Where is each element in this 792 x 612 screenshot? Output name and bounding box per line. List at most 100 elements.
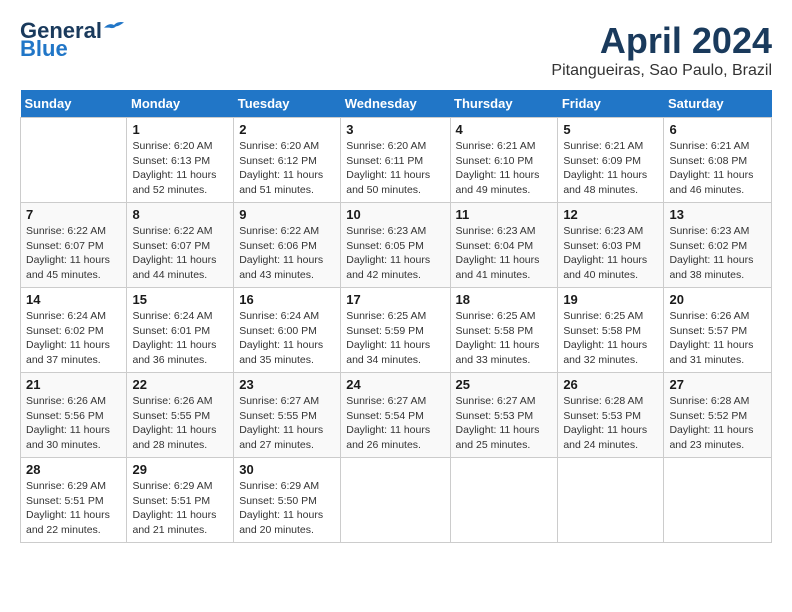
day-info: Sunrise: 6:24 AMSunset: 6:02 PMDaylight:… <box>26 309 121 368</box>
day-info: Sunrise: 6:22 AMSunset: 6:07 PMDaylight:… <box>132 224 228 283</box>
calendar-cell: 10 Sunrise: 6:23 AMSunset: 6:05 PMDayligh… <box>341 203 450 288</box>
location-title: Pitangueiras, Sao Paulo, Brazil <box>551 62 772 80</box>
day-number: 30 <box>239 462 335 477</box>
week-row-2: 7 Sunrise: 6:22 AMSunset: 6:07 PMDaylight… <box>21 203 772 288</box>
day-info: Sunrise: 6:26 AMSunset: 5:57 PMDaylight:… <box>669 309 766 368</box>
day-number: 23 <box>239 377 335 392</box>
day-number: 3 <box>346 122 444 137</box>
calendar-cell: 12Sunrise: 6:23 AMSunset: 6:03 PMDayligh… <box>558 203 664 288</box>
calendar-cell <box>341 458 450 543</box>
day-info: Sunrise: 6:20 AMSunset: 6:11 PMDaylight:… <box>346 139 444 198</box>
col-header-friday: Friday <box>558 90 664 118</box>
calendar-cell: 1 Sunrise: 6:20 AMSunset: 6:13 PMDaylight… <box>127 118 234 203</box>
day-info: Sunrise: 6:24 AMSunset: 6:01 PMDaylight:… <box>132 309 228 368</box>
week-row-4: 21 Sunrise: 6:26 AMSunset: 5:56 PMDayligh… <box>21 373 772 458</box>
col-header-tuesday: Tuesday <box>234 90 341 118</box>
day-info: Sunrise: 6:21 AMSunset: 6:09 PMDaylight:… <box>563 139 658 198</box>
month-title: April 2024 <box>551 20 772 62</box>
calendar-cell: 3 Sunrise: 6:20 AMSunset: 6:11 PMDaylight… <box>341 118 450 203</box>
week-row-3: 14 Sunrise: 6:24 AMSunset: 6:02 PMDayligh… <box>21 288 772 373</box>
day-number: 11 <box>456 207 553 222</box>
day-number: 6 <box>669 122 766 137</box>
col-header-thursday: Thursday <box>450 90 558 118</box>
day-info: Sunrise: 6:21 AMSunset: 6:10 PMDaylight:… <box>456 139 553 198</box>
day-info: Sunrise: 6:29 AMSunset: 5:51 PMDaylight:… <box>26 479 121 538</box>
day-info: Sunrise: 6:27 AMSunset: 5:54 PMDaylight:… <box>346 394 444 453</box>
calendar-cell: 14 Sunrise: 6:24 AMSunset: 6:02 PMDayligh… <box>21 288 127 373</box>
day-number: 14 <box>26 292 121 307</box>
col-header-monday: Monday <box>127 90 234 118</box>
day-info: Sunrise: 6:27 AMSunset: 5:53 PMDaylight:… <box>456 394 553 453</box>
calendar-header-row: SundayMondayTuesdayWednesdayThursdayFrid… <box>21 90 772 118</box>
day-info: Sunrise: 6:23 AMSunset: 6:05 PMDaylight:… <box>346 224 444 283</box>
day-number: 22 <box>132 377 228 392</box>
day-info: Sunrise: 6:23 AMSunset: 6:02 PMDaylight:… <box>669 224 766 283</box>
day-number: 27 <box>669 377 766 392</box>
col-header-saturday: Saturday <box>664 90 772 118</box>
day-number: 7 <box>26 207 121 222</box>
day-info: Sunrise: 6:25 AMSunset: 5:59 PMDaylight:… <box>346 309 444 368</box>
calendar-cell <box>558 458 664 543</box>
day-info: Sunrise: 6:27 AMSunset: 5:55 PMDaylight:… <box>239 394 335 453</box>
day-number: 28 <box>26 462 121 477</box>
day-info: Sunrise: 6:26 AMSunset: 5:55 PMDaylight:… <box>132 394 228 453</box>
day-info: Sunrise: 6:25 AMSunset: 5:58 PMDaylight:… <box>563 309 658 368</box>
day-info: Sunrise: 6:22 AMSunset: 6:06 PMDaylight:… <box>239 224 335 283</box>
calendar-cell: 20 Sunrise: 6:26 AMSunset: 5:57 PMDayligh… <box>664 288 772 373</box>
title-block: April 2024 Pitangueiras, Sao Paulo, Braz… <box>551 20 772 80</box>
calendar-cell: 6Sunrise: 6:21 AMSunset: 6:08 PMDaylight… <box>664 118 772 203</box>
calendar-cell: 8 Sunrise: 6:22 AMSunset: 6:07 PMDaylight… <box>127 203 234 288</box>
day-info: Sunrise: 6:20 AMSunset: 6:13 PMDaylight:… <box>132 139 228 198</box>
day-info: Sunrise: 6:29 AMSunset: 5:51 PMDaylight:… <box>132 479 228 538</box>
day-number: 4 <box>456 122 553 137</box>
calendar-table: SundayMondayTuesdayWednesdayThursdayFrid… <box>20 90 772 543</box>
day-number: 20 <box>669 292 766 307</box>
day-number: 8 <box>132 207 228 222</box>
calendar-cell: 24 Sunrise: 6:27 AMSunset: 5:54 PMDayligh… <box>341 373 450 458</box>
calendar-cell: 9 Sunrise: 6:22 AMSunset: 6:06 PMDaylight… <box>234 203 341 288</box>
calendar-cell: 16Sunrise: 6:24 AMSunset: 6:00 PMDayligh… <box>234 288 341 373</box>
calendar-cell <box>450 458 558 543</box>
day-info: Sunrise: 6:20 AMSunset: 6:12 PMDaylight:… <box>239 139 335 198</box>
calendar-cell <box>664 458 772 543</box>
calendar-cell: 26 Sunrise: 6:28 AMSunset: 5:53 PMDayligh… <box>558 373 664 458</box>
day-number: 10 <box>346 207 444 222</box>
calendar-cell: 23 Sunrise: 6:27 AMSunset: 5:55 PMDayligh… <box>234 373 341 458</box>
day-number: 29 <box>132 462 228 477</box>
day-number: 1 <box>132 122 228 137</box>
calendar-cell: 22 Sunrise: 6:26 AMSunset: 5:55 PMDayligh… <box>127 373 234 458</box>
day-info: Sunrise: 6:29 AMSunset: 5:50 PMDaylight:… <box>239 479 335 538</box>
calendar-cell: 21 Sunrise: 6:26 AMSunset: 5:56 PMDayligh… <box>21 373 127 458</box>
day-number: 5 <box>563 122 658 137</box>
logo-blue-text: Blue <box>20 38 68 60</box>
logo-bird-icon <box>104 20 124 34</box>
day-number: 21 <box>26 377 121 392</box>
calendar-cell: 25 Sunrise: 6:27 AMSunset: 5:53 PMDayligh… <box>450 373 558 458</box>
day-number: 19 <box>563 292 658 307</box>
week-row-1: 1 Sunrise: 6:20 AMSunset: 6:13 PMDaylight… <box>21 118 772 203</box>
calendar-cell: 5 Sunrise: 6:21 AMSunset: 6:09 PMDaylight… <box>558 118 664 203</box>
col-header-sunday: Sunday <box>21 90 127 118</box>
day-number: 15 <box>132 292 228 307</box>
day-info: Sunrise: 6:24 AMSunset: 6:00 PMDaylight:… <box>239 309 335 368</box>
day-info: Sunrise: 6:23 AMSunset: 6:04 PMDaylight:… <box>456 224 553 283</box>
day-number: 17 <box>346 292 444 307</box>
calendar-cell: 4 Sunrise: 6:21 AMSunset: 6:10 PMDaylight… <box>450 118 558 203</box>
day-info: Sunrise: 6:26 AMSunset: 5:56 PMDaylight:… <box>26 394 121 453</box>
page-header: General Blue April 2024 Pitangueiras, Sa… <box>20 20 772 80</box>
day-number: 2 <box>239 122 335 137</box>
day-info: Sunrise: 6:25 AMSunset: 5:58 PMDaylight:… <box>456 309 553 368</box>
day-number: 26 <box>563 377 658 392</box>
day-info: Sunrise: 6:22 AMSunset: 6:07 PMDaylight:… <box>26 224 121 283</box>
day-number: 25 <box>456 377 553 392</box>
day-info: Sunrise: 6:28 AMSunset: 5:53 PMDaylight:… <box>563 394 658 453</box>
logo: General Blue <box>20 20 124 60</box>
day-number: 13 <box>669 207 766 222</box>
calendar-cell: 7 Sunrise: 6:22 AMSunset: 6:07 PMDaylight… <box>21 203 127 288</box>
calendar-cell: 28 Sunrise: 6:29 AMSunset: 5:51 PMDayligh… <box>21 458 127 543</box>
day-number: 24 <box>346 377 444 392</box>
calendar-cell: 17 Sunrise: 6:25 AMSunset: 5:59 PMDayligh… <box>341 288 450 373</box>
calendar-cell <box>21 118 127 203</box>
day-number: 9 <box>239 207 335 222</box>
calendar-cell: 2 Sunrise: 6:20 AMSunset: 6:12 PMDaylight… <box>234 118 341 203</box>
